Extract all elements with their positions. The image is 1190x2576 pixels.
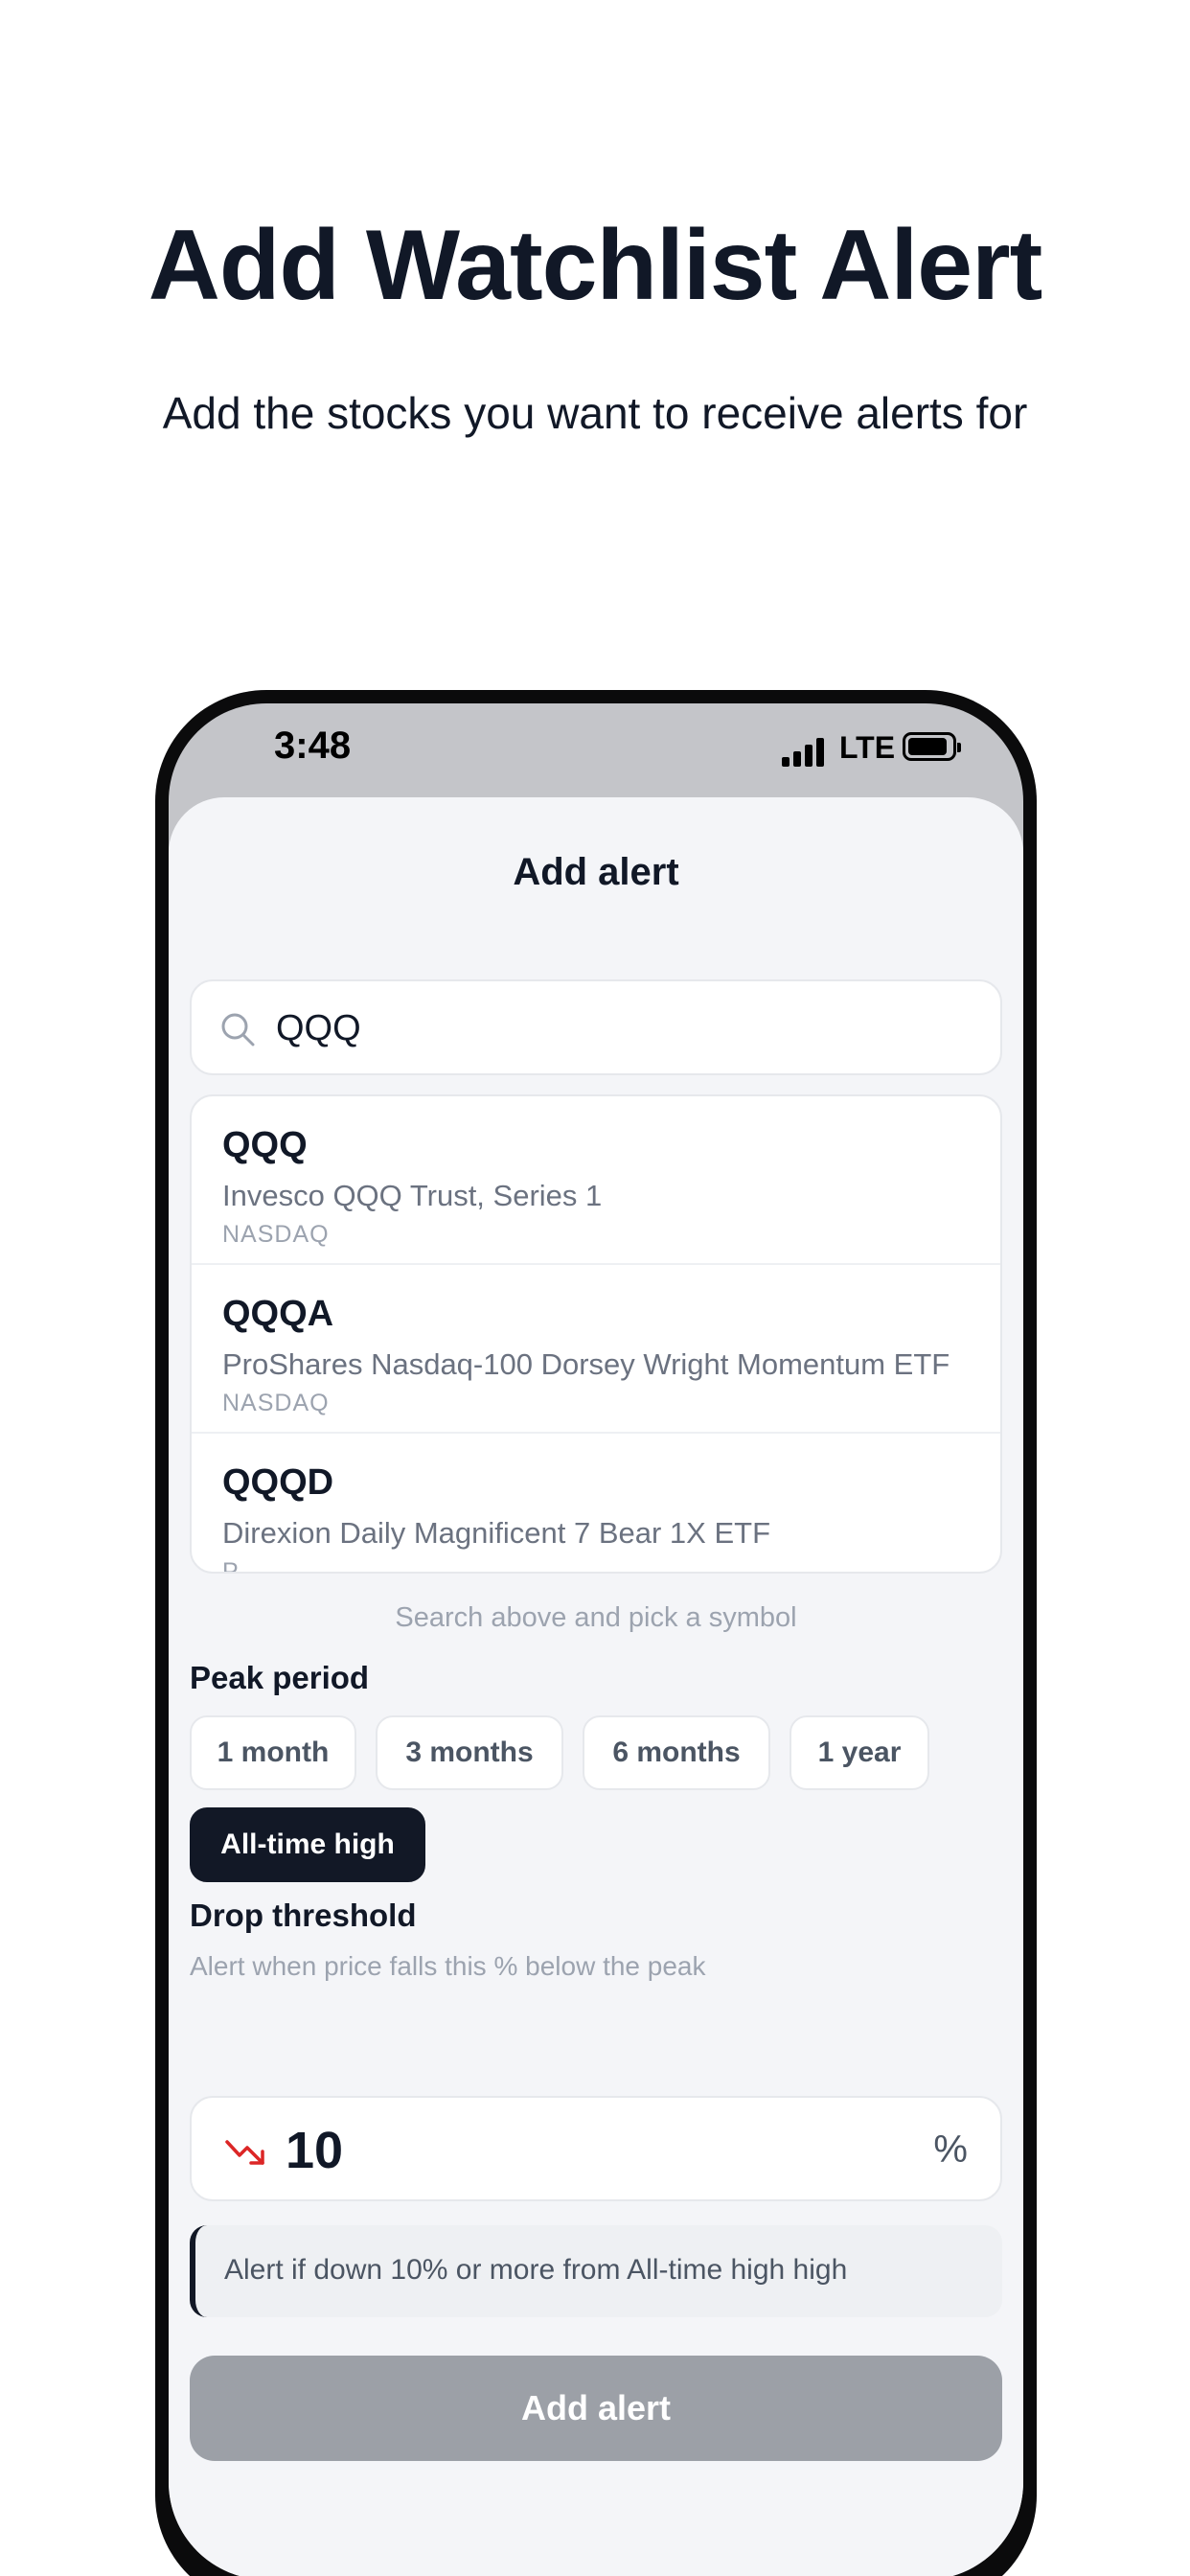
- threshold-unit: %: [933, 2128, 968, 2171]
- promo-title: Add Watchlist Alert: [148, 210, 1042, 321]
- result-exchange: NASDAQ: [222, 1390, 330, 1416]
- chip-all-time-high[interactable]: All-time high: [190, 1807, 425, 1882]
- chip-6-months[interactable]: 6 months: [583, 1715, 770, 1790]
- trending-down-icon: [225, 2140, 264, 2165]
- result-name: Invesco QQQ Trust, Series 1: [222, 1179, 603, 1212]
- battery-icon: [903, 732, 961, 761]
- signal-icon: [782, 738, 826, 767]
- status-time: 3:48: [274, 724, 352, 767]
- peak-period-label: Peak period: [190, 1660, 370, 1695]
- search-hint: Search above and pick a symbol: [395, 1602, 797, 1633]
- chip-3-months[interactable]: 3 months: [376, 1715, 563, 1790]
- add-alert-button[interactable]: Add alert: [190, 2356, 1002, 2461]
- result-exchange: NASDAQ: [222, 1221, 330, 1248]
- threshold-input[interactable]: 10 %: [190, 2096, 1002, 2201]
- result-name: Direxion Daily Magnificent 7 Bear 1X ETF: [222, 1516, 771, 1550]
- sheet-title: Add alert: [513, 851, 679, 893]
- status-bar: 3:48 LTE: [169, 703, 1023, 797]
- search-value[interactable]: QQQ: [276, 1008, 361, 1049]
- add-alert-sheet: Add alert QQQ QQQ Invesco QQQ Trust, Ser…: [169, 797, 1023, 2576]
- result-symbol: QQQD: [222, 1462, 334, 1503]
- alert-summary: Alert if down 10% or more from All-time …: [190, 2225, 1002, 2317]
- result-symbol: QQQA: [222, 1294, 334, 1334]
- result-name: ProShares Nasdaq-100 Dorsey Wright Momen…: [222, 1347, 950, 1381]
- result-item[interactable]: QQQA ProShares Nasdaq-100 Dorsey Wright …: [192, 1265, 1000, 1434]
- search-input[interactable]: QQQ: [190, 979, 1002, 1075]
- chip-1-year[interactable]: 1 year: [790, 1715, 929, 1790]
- phone-screen: 3:48 LTE Add alert QQQ QQQ Invesco QQQ T…: [169, 703, 1023, 2576]
- drop-threshold-description: Alert when price falls this % below the …: [190, 1951, 706, 1981]
- result-item[interactable]: QQQD Direxion Daily Magnificent 7 Bear 1…: [192, 1434, 1000, 1574]
- drop-threshold-label: Drop threshold: [190, 1898, 417, 1933]
- promo-subtitle: Add the stocks you want to receive alert…: [162, 388, 1028, 438]
- result-item[interactable]: QQQ Invesco QQQ Trust, Series 1 NASDAQ: [192, 1096, 1000, 1265]
- search-results-list[interactable]: QQQ Invesco QQQ Trust, Series 1 NASDAQ Q…: [190, 1094, 1002, 1574]
- result-exchange: P: [222, 1558, 240, 1574]
- result-symbol: QQQ: [222, 1125, 308, 1165]
- phone-frame: 3:48 LTE Add alert QQQ QQQ Invesco QQQ T…: [155, 690, 1037, 2576]
- alert-summary-text: Alert if down 10% or more from All-time …: [224, 2254, 848, 2286]
- network-label: LTE: [839, 730, 896, 765]
- search-icon: [221, 1013, 255, 1046]
- threshold-value[interactable]: 10: [286, 2121, 343, 2180]
- chip-1-month[interactable]: 1 month: [190, 1715, 356, 1790]
